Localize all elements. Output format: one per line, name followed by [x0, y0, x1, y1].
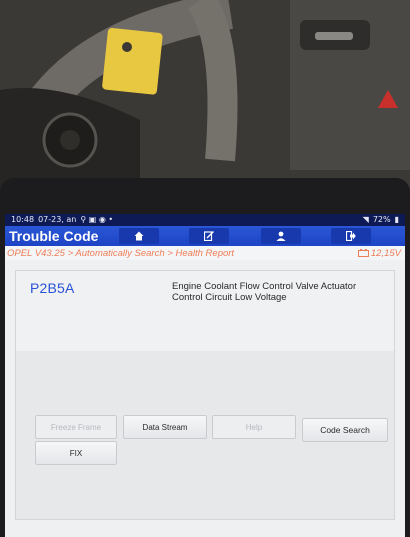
voltage-readout: 12,15V [357, 247, 401, 259]
voltage-value: 12,15V [370, 247, 401, 259]
breadcrumb-path: OPEL V43.25 > Automatically Search > Hea… [7, 247, 235, 259]
system-status-bar: 10:48 07-23, an ⚲ ▣ ◉ • ◥ 72% ▮ [5, 214, 405, 226]
exit-button[interactable] [331, 228, 371, 244]
trouble-code-panel: P2B5A Engine Coolant Flow Control Valve … [15, 270, 395, 520]
dtc-code: P2B5A [30, 280, 75, 296]
freeze-frame-button[interactable]: Freeze Frame [35, 415, 117, 439]
exit-icon [346, 231, 356, 241]
dtc-description: Engine Coolant Flow Control Valve Actuat… [172, 281, 357, 303]
page-title: Trouble Code [9, 228, 99, 244]
breadcrumb: OPEL V43.25 > Automatically Search > Hea… [5, 246, 405, 260]
car-interior-photo [0, 0, 410, 200]
home-icon [134, 231, 144, 241]
report-button[interactable] [189, 228, 229, 244]
fix-button[interactable]: FIX [35, 441, 117, 465]
edit-report-icon [204, 231, 214, 241]
car-battery-icon [357, 249, 369, 257]
wifi-icon: ◥ [362, 215, 369, 224]
dtc-row[interactable]: P2B5A Engine Coolant Flow Control Valve … [16, 271, 394, 351]
status-time: 10:48 [11, 215, 35, 224]
user-button[interactable] [261, 228, 301, 244]
notification-icons: ⚲ ▣ ◉ • [80, 215, 114, 224]
help-button[interactable]: Help [212, 415, 296, 439]
home-button[interactable] [119, 228, 159, 244]
diagnostic-tablet: 10:48 07-23, an ⚲ ▣ ◉ • ◥ 72% ▮ Trouble … [0, 178, 410, 537]
code-search-button[interactable]: Code Search [302, 418, 388, 442]
status-date: 07-23, an [38, 215, 77, 224]
data-stream-button[interactable]: Data Stream [123, 415, 207, 439]
battery-icon: ▮ [394, 215, 399, 224]
battery-percent: 72% [372, 215, 391, 224]
tablet-screen: 10:48 07-23, an ⚲ ▣ ◉ • ◥ 72% ▮ Trouble … [5, 214, 405, 537]
app-title-bar: Trouble Code [5, 226, 405, 246]
user-icon [276, 231, 286, 241]
